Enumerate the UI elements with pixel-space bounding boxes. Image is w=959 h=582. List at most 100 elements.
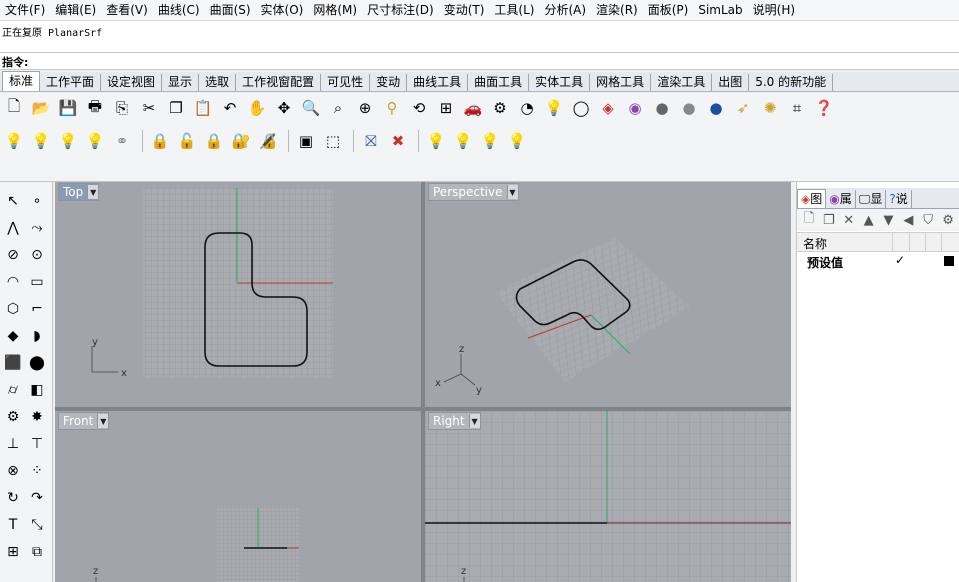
bulb-dim-1-icon[interactable]: 💡 bbox=[424, 129, 448, 153]
layer-stack-icon[interactable]: ◈ bbox=[596, 96, 620, 120]
split-icon[interactable]: ⊤ bbox=[26, 433, 48, 455]
sphere-tool-icon[interactable]: ⬤ bbox=[26, 352, 48, 374]
menu-edit[interactable]: 编辑(E) bbox=[50, 0, 101, 20]
menu-tools[interactable]: 工具(L) bbox=[489, 0, 539, 20]
open-folder-icon[interactable]: 📂 bbox=[29, 96, 53, 120]
tab-solid-tools[interactable]: 实体工具 bbox=[529, 74, 591, 91]
circle-tool-icon[interactable]: ⊘ bbox=[2, 244, 24, 266]
menu-curve[interactable]: 曲线(C) bbox=[153, 0, 205, 20]
fillet-curve-icon[interactable]: ⌐ bbox=[26, 298, 48, 320]
tab-surface-tools[interactable]: 曲面工具 bbox=[468, 74, 530, 91]
box-icon[interactable]: ⬛ bbox=[2, 352, 24, 374]
hide-icon[interactable]: ⛝ bbox=[359, 129, 383, 153]
cut-icon[interactable]: ✂ bbox=[137, 96, 161, 120]
tab-render-tools[interactable]: 渲染工具 bbox=[651, 74, 713, 91]
viewport-front-title[interactable]: Front ▼ bbox=[58, 412, 110, 430]
menu-solid[interactable]: 实体(O) bbox=[256, 0, 309, 20]
copy-icon[interactable]: ❐ bbox=[164, 96, 188, 120]
undo-icon[interactable]: ↶ bbox=[218, 96, 242, 120]
layer-settings-icon[interactable]: ⚙ bbox=[940, 212, 956, 228]
cylinder-icon[interactable]: ⌭ bbox=[2, 379, 24, 401]
polyline-icon[interactable]: ⋀ bbox=[2, 217, 24, 239]
lock-icon[interactable]: 🔒 bbox=[148, 129, 172, 153]
car-icon[interactable]: 🚗 bbox=[461, 96, 485, 120]
panel-tab-display[interactable]: 🖵 显 bbox=[856, 190, 887, 208]
layer-color-swatch[interactable] bbox=[944, 256, 954, 266]
select-arrow-icon[interactable]: ↖ bbox=[2, 190, 24, 212]
text-tool-icon[interactable]: T bbox=[2, 514, 24, 536]
panel-tab-layers[interactable]: ◈ 图 bbox=[797, 189, 827, 208]
save-icon[interactable]: 💾 bbox=[56, 96, 80, 120]
move-out-icon[interactable]: ◀ bbox=[900, 212, 916, 228]
zoom-icon[interactable]: 🔍 bbox=[299, 96, 323, 120]
camera-icon[interactable]: ◔ bbox=[515, 96, 539, 120]
bulb-on-icon[interactable]: 💡 bbox=[2, 129, 26, 153]
paste-icon[interactable]: 📋 bbox=[191, 96, 215, 120]
delete-layer-icon[interactable]: ✕ bbox=[841, 212, 857, 228]
light-bulb-icon[interactable]: 💡 bbox=[542, 96, 566, 120]
settings-icon[interactable]: ✺ bbox=[758, 96, 782, 120]
surface-corner-icon[interactable]: ◆ bbox=[2, 325, 24, 347]
blue-sphere-icon[interactable]: ● bbox=[704, 96, 728, 120]
group-icon[interactable]: ⊞ bbox=[2, 541, 24, 563]
rendered-sphere-icon[interactable]: ● bbox=[677, 96, 701, 120]
rectangle-icon[interactable]: ▭ bbox=[26, 271, 48, 293]
bulb-dim-3-icon[interactable]: 💡 bbox=[478, 129, 502, 153]
zoom-dynamic-icon[interactable]: ⟲ bbox=[407, 96, 431, 120]
tab-set-view[interactable]: 设定视图 bbox=[101, 74, 163, 91]
bulb-dim-2-icon[interactable]: 💡 bbox=[451, 129, 475, 153]
lock-group-icon[interactable]: 🔏 bbox=[256, 129, 280, 153]
ellipse-icon[interactable]: ⊙ bbox=[26, 244, 48, 266]
tab-select[interactable]: 选取 bbox=[199, 74, 237, 91]
block-dotted-icon[interactable]: ⬚ bbox=[321, 129, 345, 153]
lock-selected-icon[interactable]: 🔒 bbox=[202, 129, 226, 153]
menu-panels[interactable]: 面板(P) bbox=[643, 0, 694, 20]
menu-help[interactable]: 说明(H) bbox=[748, 0, 800, 20]
bulb-selected-icon[interactable]: 💡 bbox=[83, 129, 107, 153]
viewport-right[interactable]: z Right ▼ bbox=[425, 411, 791, 582]
command-line[interactable]: 指令: bbox=[0, 53, 959, 70]
menu-analyze[interactable]: 分析(A) bbox=[539, 0, 591, 20]
points-on-icon[interactable]: ⁘ bbox=[26, 460, 48, 482]
chevron-down-icon[interactable]: ▼ bbox=[87, 185, 99, 199]
tab-cplane[interactable]: 工作平面 bbox=[40, 74, 102, 91]
four-viewports-icon[interactable]: ⊞ bbox=[434, 96, 458, 120]
tab-visibility[interactable]: 可见性 bbox=[321, 74, 371, 91]
tab-viewport-layout[interactable]: 工作视窗配置 bbox=[236, 74, 322, 91]
gears-tool-icon[interactable]: ⚙ bbox=[2, 406, 24, 428]
lock-swap-icon[interactable]: 🔐 bbox=[229, 129, 253, 153]
print-icon[interactable]: 🖶 bbox=[83, 96, 107, 120]
menu-mesh[interactable]: 网格(M) bbox=[308, 0, 362, 20]
import-icon[interactable]: ⎘ bbox=[110, 96, 134, 120]
orient-icon[interactable]: ↷ bbox=[26, 487, 48, 509]
tab-standard[interactable]: 标准 bbox=[2, 71, 41, 91]
menu-dimension[interactable]: 尺寸标注(D) bbox=[362, 0, 439, 20]
surface-tool-icon[interactable]: ◗ bbox=[26, 325, 48, 347]
polygon-icon[interactable]: ⬡ bbox=[2, 298, 24, 320]
block-icon[interactable]: ▣ bbox=[294, 129, 318, 153]
bulb-off-icon[interactable]: 💡 bbox=[29, 129, 53, 153]
rotate-icon[interactable]: ↻ bbox=[2, 487, 24, 509]
unlock-icon[interactable]: 🔓 bbox=[175, 129, 199, 153]
current-layer-check[interactable]: ✓ bbox=[895, 253, 905, 267]
panel-tab-help[interactable]: ? 说 bbox=[886, 190, 912, 208]
layer-row[interactable]: 预设值 ✓ bbox=[797, 252, 959, 270]
new-sublayer-icon[interactable]: ❐ bbox=[821, 212, 837, 228]
bulb-swap-icon[interactable]: ⚭ bbox=[110, 129, 134, 153]
explode-icon[interactable]: ✸ bbox=[26, 406, 48, 428]
menu-file[interactable]: 文件(F) bbox=[0, 0, 50, 20]
tab-display[interactable]: 显示 bbox=[162, 74, 200, 91]
viewport-perspective-title[interactable]: Perspective ▼ bbox=[428, 183, 519, 201]
circle-icon[interactable]: ◯ bbox=[569, 96, 593, 120]
tab-curve-tools[interactable]: 曲线工具 bbox=[407, 74, 469, 91]
viewport-top-title[interactable]: Top ▼ bbox=[58, 183, 100, 201]
help-icon[interactable]: ❓ bbox=[812, 96, 836, 120]
curve-cv-icon[interactable]: ⤳ bbox=[26, 217, 48, 239]
menu-render[interactable]: 渲染(R) bbox=[591, 0, 643, 20]
new-file-icon[interactable]: 🗋 bbox=[2, 96, 26, 120]
arc-icon[interactable]: ◠ bbox=[2, 271, 24, 293]
tab-drafting[interactable]: 出图 bbox=[712, 74, 750, 91]
rotate-view-icon[interactable]: ✥ bbox=[272, 96, 296, 120]
zoom-selected-icon[interactable]: ⚲ bbox=[380, 96, 404, 120]
move-up-icon[interactable]: ▲ bbox=[861, 212, 877, 228]
